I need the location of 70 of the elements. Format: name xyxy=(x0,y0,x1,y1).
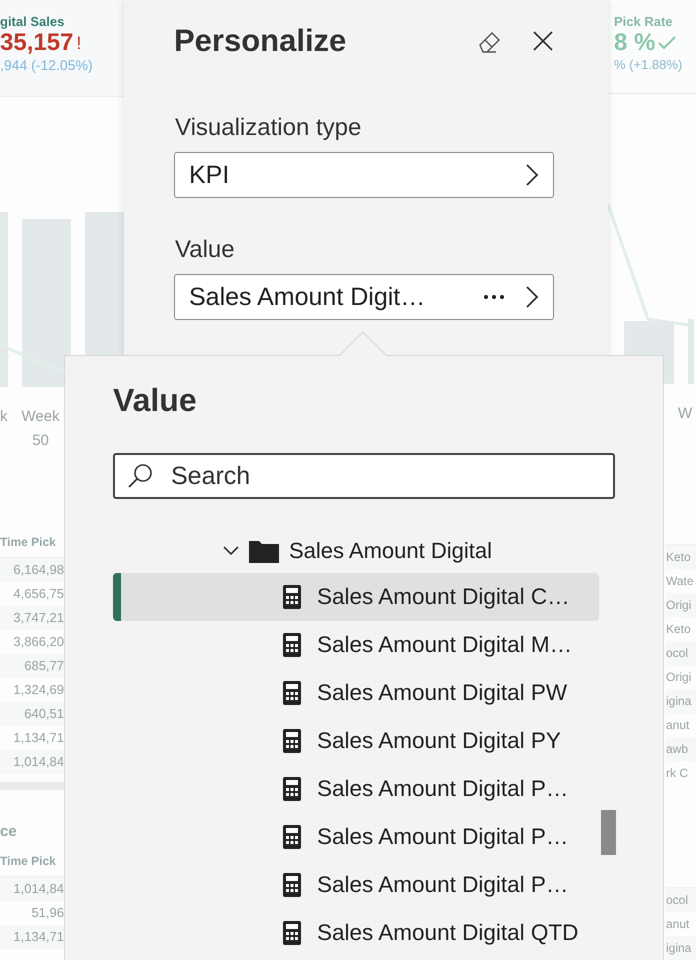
chevron-right-icon xyxy=(525,285,539,309)
table-cell: awb xyxy=(666,737,696,761)
tree-item[interactable]: Sales Amount Digital PY xyxy=(113,717,599,765)
scrollbar[interactable] xyxy=(0,782,64,790)
calculator-icon xyxy=(283,825,301,849)
more-icon[interactable] xyxy=(483,294,505,300)
table-cell: ocol xyxy=(666,641,696,665)
search-field[interactable]: Search xyxy=(113,453,615,499)
tree-item[interactable]: Sales Amount Digital M… xyxy=(113,621,599,669)
field-label: Value xyxy=(175,236,236,264)
dropdown-field[interactable]: KPI xyxy=(174,152,554,198)
field-label: Visualization type xyxy=(175,114,362,142)
tree-item[interactable]: Sales Amount Digital C… xyxy=(113,573,599,621)
table-cell: 1,014,84 xyxy=(0,877,64,901)
search-icon xyxy=(126,462,154,490)
close-icon[interactable] xyxy=(532,30,554,52)
tree-item[interactable]: Sales Amount Digital P… xyxy=(113,765,599,813)
axis-label: Week 50 xyxy=(22,407,60,451)
expand-chevron-icon[interactable] xyxy=(223,546,239,556)
calculator-icon xyxy=(283,873,301,897)
calculator-icon xyxy=(283,585,301,609)
table-cell-text: 51,96 xyxy=(30,904,64,922)
tree-item[interactable]: Sales Amount Digital P… xyxy=(113,813,599,861)
table-cell-text: 3,866,20 xyxy=(12,633,64,651)
table-cell: Origi xyxy=(666,593,696,617)
calculator-icon xyxy=(283,633,301,657)
table-cell: 6,164,98 xyxy=(0,558,64,582)
table-cell-text: rk C xyxy=(666,765,689,782)
selection-indicator xyxy=(113,573,121,621)
table-cell: ocol xyxy=(666,888,696,912)
calculator-icon xyxy=(283,921,301,945)
tree-item[interactable]: Sales Amount Digital P… xyxy=(113,861,599,909)
popup-title: Value xyxy=(113,382,198,419)
table-cell: 3,747,21 xyxy=(0,606,64,630)
table-cell-text: 1,134,71 xyxy=(12,729,64,747)
table-cell: igina xyxy=(666,936,696,960)
table-cell-text: 4,656,75 xyxy=(12,585,64,603)
panel-title: Personalize xyxy=(174,23,348,59)
folder-icon xyxy=(249,539,279,563)
alert-mark: ! xyxy=(76,32,82,54)
axis-label: k xyxy=(0,407,8,427)
calculator-icon xyxy=(283,777,301,801)
kpi-comparison: ,944 (-12.05%) xyxy=(0,57,93,73)
table-cell-text: Origi xyxy=(666,669,692,686)
kpi-comparison: % (+1.88%) xyxy=(614,57,682,72)
calculator-icon xyxy=(283,729,301,753)
table-cell: 1,134,71 xyxy=(0,925,64,949)
tree-item[interactable]: Sales Amount Digital QTD xyxy=(113,909,599,957)
table-cell-text: Keto xyxy=(666,621,692,638)
table-cell: igina xyxy=(666,689,696,713)
tree-item[interactable]: Sales Amount Digital PW xyxy=(113,669,599,717)
kpi-title: gital Sales xyxy=(0,14,64,29)
tree-folder[interactable]: Sales Amount Digital xyxy=(113,529,599,573)
kpi-title: Pick Rate xyxy=(614,14,673,29)
kpi-value: 35,157 xyxy=(0,29,74,57)
chevron-right-icon xyxy=(525,163,539,187)
dropdown-field[interactable]: Sales Amount Digit… xyxy=(174,274,554,320)
calculator-icon xyxy=(283,681,301,705)
table-cell-text: 1,324,69 xyxy=(12,681,64,699)
table-cell: 640,51 xyxy=(0,702,64,726)
table-title: ce xyxy=(0,822,18,842)
scrollbar-thumb[interactable] xyxy=(601,810,616,855)
table-cell-text: anut xyxy=(666,717,690,734)
kpi-value: 8 % xyxy=(614,29,656,57)
table-cell-text: anut xyxy=(666,916,690,933)
axis-label: W xyxy=(678,404,692,424)
table-cell: 1,014,84 xyxy=(0,750,64,774)
table-cell: Keto xyxy=(666,545,696,569)
table-cell-text: Wate xyxy=(666,573,695,590)
table-cell: 685,77 xyxy=(0,654,64,678)
